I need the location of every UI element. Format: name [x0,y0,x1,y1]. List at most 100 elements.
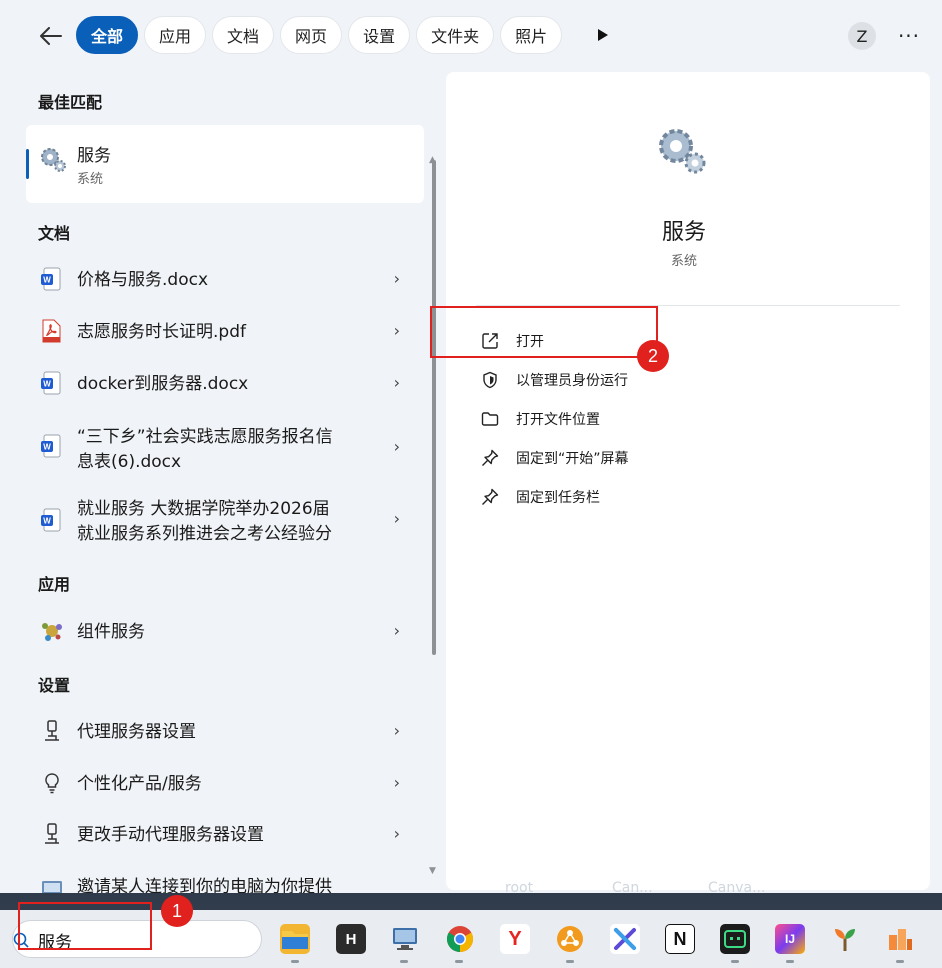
play-triangle-icon[interactable] [587,18,619,52]
svg-text:W: W [43,443,51,452]
list-item-label: 邀请某人连接到你的电脑为你提供 [77,877,332,893]
section-settings: 设置 [38,676,71,695]
running-indicator [786,960,794,963]
gears-icon [654,124,710,180]
background-breadcrumb: root [505,880,534,896]
tab-web[interactable]: 网页 [280,16,343,54]
list-item-label: 更改手动代理服务器设置 [77,825,264,845]
running-indicator [291,960,299,963]
running-indicator [400,960,408,963]
gears-icon [38,145,68,177]
scrollbar-thumb[interactable] [432,160,436,655]
notion-icon[interactable]: N [665,924,695,954]
chevron-right-icon: › [393,373,400,392]
section-apps: 应用 [38,575,71,594]
selection-accent [26,149,29,179]
chevron-right-icon: › [393,721,400,740]
list-item[interactable]: 志愿服务时长证明.pdf › [26,319,424,345]
chevron-right-icon: › [393,824,400,843]
action-open-file-location[interactable]: 打开文件位置 [480,407,600,431]
action-run-as-admin[interactable]: 以管理员身份运行 [480,368,628,392]
list-item[interactable]: 更改手动代理服务器设置 › [26,822,424,848]
folder-icon [480,409,500,429]
list-item[interactable]: W “三下乡”社会实践志愿服务报名信 息表(6).docx › [26,424,424,474]
remote-desktop-icon[interactable] [390,924,420,954]
action-label: 固定到任务栏 [516,490,600,506]
word-doc-icon: W [40,434,66,460]
best-match-type: 系统 [77,172,104,187]
filter-tabs: 全部 应用 文档 网页 设置 文件夹 照片 [76,16,563,54]
annotation-box-2 [430,306,658,358]
office-app-icon[interactable] [885,924,915,954]
section-best-match: 最佳匹配 [38,93,103,112]
tab-all[interactable]: 全部 [76,16,139,54]
running-indicator [731,960,739,963]
word-doc-icon: W [40,267,66,293]
tab-apps[interactable]: 应用 [144,16,207,54]
more-options-button[interactable]: ··· [896,22,922,50]
h-app-icon[interactable]: H [336,924,366,954]
chevron-right-icon: › [393,437,400,456]
chevron-right-icon: › [393,509,400,528]
list-item-label: 个性化产品/服务 [77,774,202,794]
terminal-app-icon[interactable] [720,924,750,954]
annotation-marker-2: 2 [637,340,669,372]
proxy-icon [40,719,66,745]
list-item[interactable]: 组件服务 › [26,619,424,645]
chrome-icon[interactable] [445,924,475,954]
list-item[interactable]: W docker到服务器.docx › [26,371,424,397]
list-item-label: 就业服务 大数据学院举办2026届 [77,499,330,519]
cursor-icon[interactable] [610,924,640,954]
component-services-icon [40,619,66,645]
pdf-doc-icon [40,319,66,345]
running-indicator [566,960,574,963]
list-item-label: docker到服务器.docx [77,374,249,394]
results-list: 最佳匹配 服务 系统 文档 W 价格与服务.docx › 志愿服务时长证明.pd… [0,72,440,893]
annotation-marker-1: 1 [161,895,193,927]
background-breadcrumb: Can... [612,880,653,896]
list-item[interactable]: W 就业服务 大数据学院举办2026届 就业服务系列推进会之考公经验分 › [26,496,424,546]
intellij-icon[interactable]: IJ [775,924,805,954]
list-item[interactable]: 个性化产品/服务 › [26,771,424,797]
lightbulb-icon [40,771,66,797]
list-item-label: “三下乡”社会实践志愿服务报名信 [77,427,333,447]
best-match-card[interactable]: 服务 系统 [26,125,424,203]
running-indicator [455,960,463,963]
best-match-name: 服务 [77,146,111,166]
back-arrow-icon[interactable] [36,21,66,51]
list-item[interactable]: 代理服务器设置 › [26,719,424,745]
running-indicator [896,960,904,963]
tab-photos[interactable]: 照片 [500,16,563,54]
proxy-icon [40,822,66,848]
svg-text:W: W [43,517,51,526]
avatar[interactable]: Z [848,22,876,50]
list-item[interactable]: 邀请某人连接到你的电脑为你提供 [26,874,424,893]
file-explorer-icon[interactable] [280,924,310,954]
list-item-label: 志愿服务时长证明.pdf [77,322,246,342]
shield-icon [480,370,500,390]
tab-documents[interactable]: 文档 [212,16,275,54]
list-item-label-line2: 息表(6).docx [77,452,182,472]
tab-folders[interactable]: 文件夹 [416,16,495,54]
pin-icon [480,448,500,468]
yandex-icon[interactable]: Y [500,924,530,954]
chevron-right-icon: › [393,773,400,792]
network-app-icon[interactable] [555,924,585,954]
detail-title: 服务 [661,220,706,245]
tab-settings[interactable]: 设置 [348,16,411,54]
search-panel: 全部 应用 文档 网页 设置 文件夹 照片 Z ··· 最佳匹配 服务 系统 文… [0,0,942,893]
list-item[interactable]: W 价格与服务.docx › [26,267,424,293]
action-pin-to-start[interactable]: 固定到“开始”屏幕 [480,446,629,470]
action-pin-to-taskbar[interactable]: 固定到任务栏 [480,485,600,509]
svg-text:W: W [43,380,51,389]
svg-text:W: W [43,276,51,285]
scroll-down-arrow-icon[interactable]: ▼ [429,866,436,876]
chevron-right-icon: › [393,621,400,640]
sprout-app-icon[interactable] [830,924,860,954]
detail-pane: 服务 系统 打开 以管理员身份运行 打开文件位置 固定到“开始”屏幕 固定到任务… [446,72,930,890]
list-item-label: 代理服务器设置 [77,722,196,742]
word-doc-icon: W [40,371,66,397]
detail-subtitle: 系统 [670,254,697,269]
chevron-right-icon: › [393,321,400,340]
action-label: 打开文件位置 [516,412,600,428]
